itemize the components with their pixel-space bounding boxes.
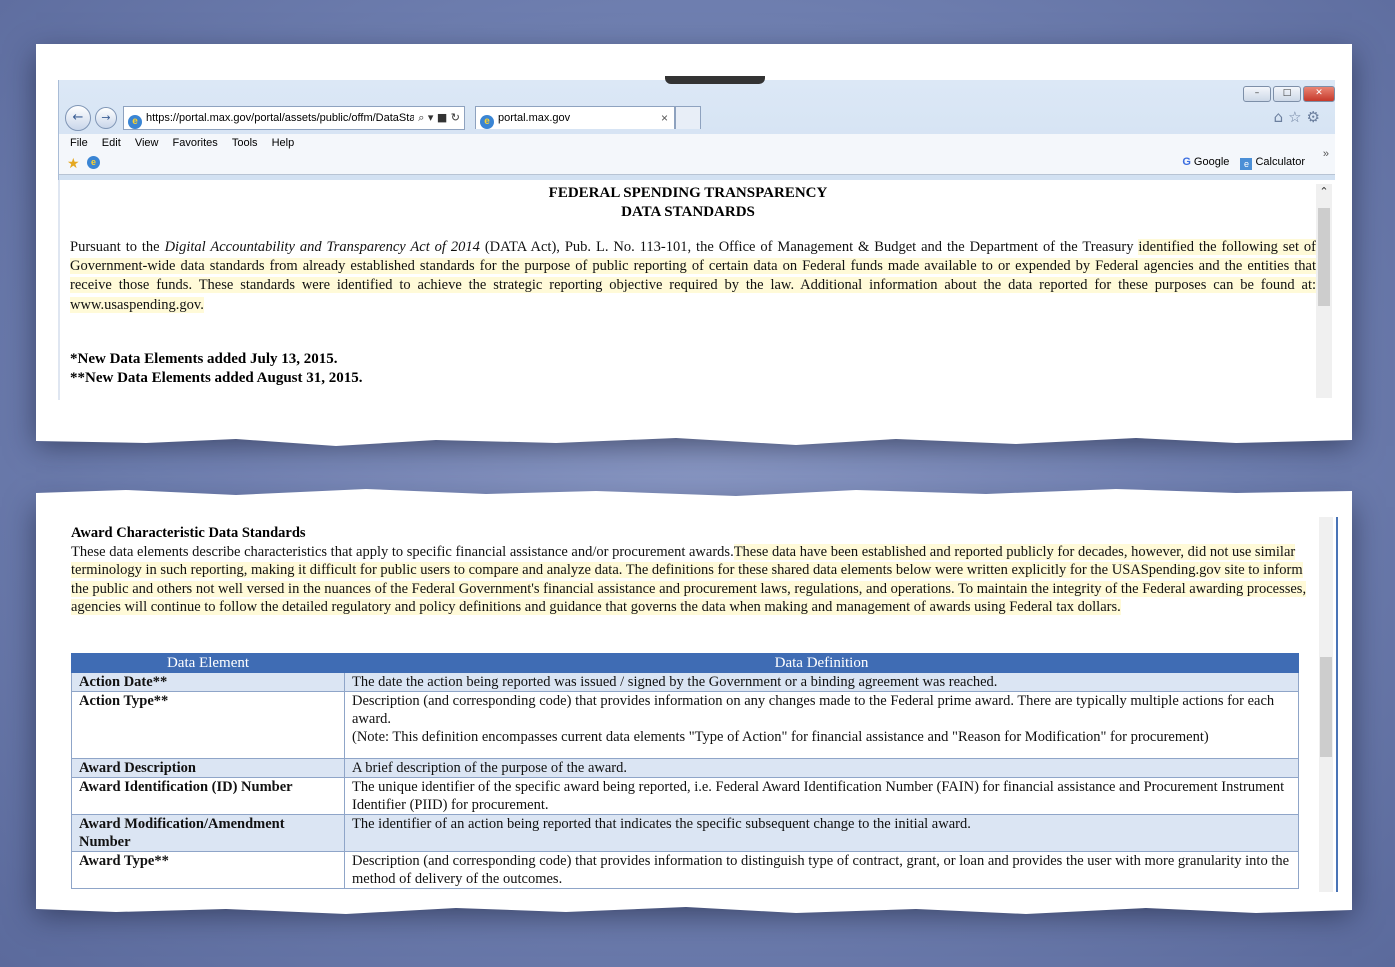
definition-text: Description (and corresponding code) tha… bbox=[352, 693, 1275, 727]
title-line-2: DATA STANDARDS bbox=[621, 204, 755, 220]
minimize-button[interactable]: – bbox=[1243, 86, 1271, 102]
menu-item-file[interactable]: File bbox=[70, 134, 88, 152]
favorites-more-icon[interactable]: » bbox=[1323, 148, 1329, 160]
star-icon[interactable]: ☆ bbox=[1288, 108, 1306, 126]
table-row: Award Modification/Amendment Number The … bbox=[71, 814, 1299, 852]
element-cell: Award Description bbox=[71, 758, 345, 778]
element-cell: Action Type** bbox=[71, 691, 345, 759]
calculator-link[interactable]: Calculator bbox=[1255, 156, 1305, 168]
intro-text: (DATA Act), Pub. L. No. 113-101, the Off… bbox=[479, 239, 1139, 255]
favorites-links: G Google e Calculator bbox=[1182, 156, 1305, 170]
note-august: **New Data Elements added August 31, 201… bbox=[70, 370, 363, 386]
column-header-element: Data Element bbox=[71, 653, 345, 673]
window-controls: – □ ✕ bbox=[1243, 86, 1335, 102]
element-cell: Award Modification/Amendment Number bbox=[71, 814, 345, 852]
table-row: Award Type** Description (and correspond… bbox=[71, 851, 1299, 889]
definition-text: Description (and corresponding code) tha… bbox=[352, 853, 1290, 887]
torn-edge bbox=[36, 434, 1352, 446]
definition-note: (Note: This definition encompasses curre… bbox=[352, 729, 1209, 745]
address-bar[interactable]: e https://portal.max.gov/portal/assets/pu… bbox=[123, 106, 465, 130]
address-tools[interactable]: ⌕ ▾ ■ ↻ bbox=[414, 107, 460, 129]
navigation-row: ← → e https://portal.max.gov/portal/asset… bbox=[65, 104, 1335, 132]
address-url: https://portal.max.gov/portal/assets/pub… bbox=[146, 112, 416, 124]
home-icon[interactable]: ⌂ bbox=[1274, 108, 1289, 126]
gear-icon[interactable]: ⚙ bbox=[1307, 108, 1325, 126]
definition-text: The unique identifier of the specific aw… bbox=[352, 779, 1285, 813]
browser-chrome: – □ ✕ ← → e https://portal.max.gov/portal… bbox=[58, 76, 1335, 180]
maximize-button[interactable]: □ bbox=[1273, 86, 1301, 102]
vertical-scrollbar[interactable]: ⌃ bbox=[1316, 184, 1332, 398]
new-elements-notes: *New Data Elements added July 13, 2015. … bbox=[70, 350, 363, 388]
tab-title: portal.max.gov bbox=[498, 112, 571, 124]
definition-cell: A brief description of the purpose of th… bbox=[344, 758, 1299, 778]
new-tab-button[interactable] bbox=[675, 106, 701, 129]
title-line-1: FEDERAL SPENDING TRANSPARENCY bbox=[548, 185, 828, 201]
bottom-screenshot-sheet: Award Characteristic Data Standards Thes… bbox=[36, 489, 1352, 914]
suggested-sites-icon[interactable]: e bbox=[87, 156, 100, 169]
section-text: These data elements describe characteris… bbox=[71, 544, 734, 560]
section-title: Award Characteristic Data Standards bbox=[71, 525, 306, 541]
title-bar-handle bbox=[665, 76, 765, 84]
menu-item-edit[interactable]: Edit bbox=[102, 134, 121, 152]
calculator-icon: e bbox=[1240, 158, 1253, 170]
column-header-definition: Data Definition bbox=[344, 653, 1299, 673]
definition-cell: Description (and corresponding code) tha… bbox=[344, 851, 1299, 889]
favorites-bar: ★ e G Google e Calculator » bbox=[59, 148, 1335, 175]
favorites-star-icon[interactable]: ★ bbox=[67, 155, 80, 172]
definition-cell: The date the action being reported was i… bbox=[344, 672, 1299, 692]
definition-text: The date the action being reported was i… bbox=[352, 674, 998, 690]
back-button[interactable]: ← bbox=[65, 105, 91, 131]
page-content-clip: Award Characteristic Data Standards Thes… bbox=[36, 497, 1352, 892]
definition-cell: Description (and corresponding code) tha… bbox=[344, 691, 1299, 759]
vertical-scrollbar[interactable] bbox=[1319, 517, 1333, 892]
menu-item-view[interactable]: View bbox=[135, 134, 159, 152]
intro-text: Pursuant to the bbox=[70, 239, 165, 255]
element-cell: Action Date** bbox=[71, 672, 345, 692]
close-button[interactable]: ✕ bbox=[1303, 86, 1335, 102]
document-title: FEDERAL SPENDING TRANSPARENCY DATA STAND… bbox=[60, 184, 1316, 222]
menu-item-help[interactable]: Help bbox=[272, 134, 295, 152]
scroll-thumb[interactable] bbox=[1318, 208, 1330, 306]
google-link[interactable]: Google bbox=[1194, 156, 1229, 168]
note-july: *New Data Elements added July 13, 2015. bbox=[70, 351, 338, 367]
ie-icon: e bbox=[128, 115, 142, 129]
act-title: Digital Accountability and Transparency … bbox=[164, 239, 480, 255]
data-definitions-table: Data Element Data Definition Action Date… bbox=[71, 653, 1299, 889]
table-row: Action Type** Description (and correspon… bbox=[71, 691, 1299, 759]
toolbar-icons: ⌂☆⚙ bbox=[1274, 108, 1325, 126]
torn-edge bbox=[36, 903, 1352, 914]
scroll-thumb[interactable] bbox=[1320, 657, 1332, 757]
ie-icon: e bbox=[480, 115, 494, 129]
definition-cell: The unique identifier of the specific aw… bbox=[344, 777, 1299, 815]
section-paragraph: These data elements describe characteris… bbox=[71, 543, 1311, 617]
tab-portal[interactable]: e portal.max.gov × bbox=[475, 106, 675, 129]
definition-text: The identifier of an action being report… bbox=[352, 816, 971, 832]
intro-paragraph: Pursuant to the Digital Accountability a… bbox=[70, 238, 1317, 315]
menu-item-favorites[interactable]: Favorites bbox=[173, 134, 218, 152]
definition-text: A brief description of the purpose of th… bbox=[352, 760, 628, 776]
google-icon: G bbox=[1182, 156, 1191, 168]
forward-button[interactable]: → bbox=[95, 107, 117, 129]
table-row: Award Description A brief description of… bbox=[71, 758, 1299, 778]
scroll-up-icon[interactable]: ⌃ bbox=[1316, 184, 1332, 200]
definition-cell: The identifier of an action being report… bbox=[344, 814, 1299, 852]
table-row: Award Identification (ID) Number The uni… bbox=[71, 777, 1299, 815]
top-screenshot-sheet: – □ ✕ ← → e https://portal.max.gov/portal… bbox=[36, 44, 1352, 446]
window-border bbox=[1336, 517, 1338, 892]
menu-item-tools[interactable]: Tools bbox=[232, 134, 258, 152]
page-content: FEDERAL SPENDING TRANSPARENCY DATA STAND… bbox=[58, 180, 1317, 400]
element-cell: Award Type** bbox=[71, 851, 345, 889]
element-cell: Award Identification (ID) Number bbox=[71, 777, 345, 815]
tab-close-icon[interactable]: × bbox=[661, 107, 668, 129]
table-row: Action Date** The date the action being … bbox=[71, 672, 1299, 692]
menu-bar: File Edit View Favorites Tools Help bbox=[59, 134, 1335, 152]
